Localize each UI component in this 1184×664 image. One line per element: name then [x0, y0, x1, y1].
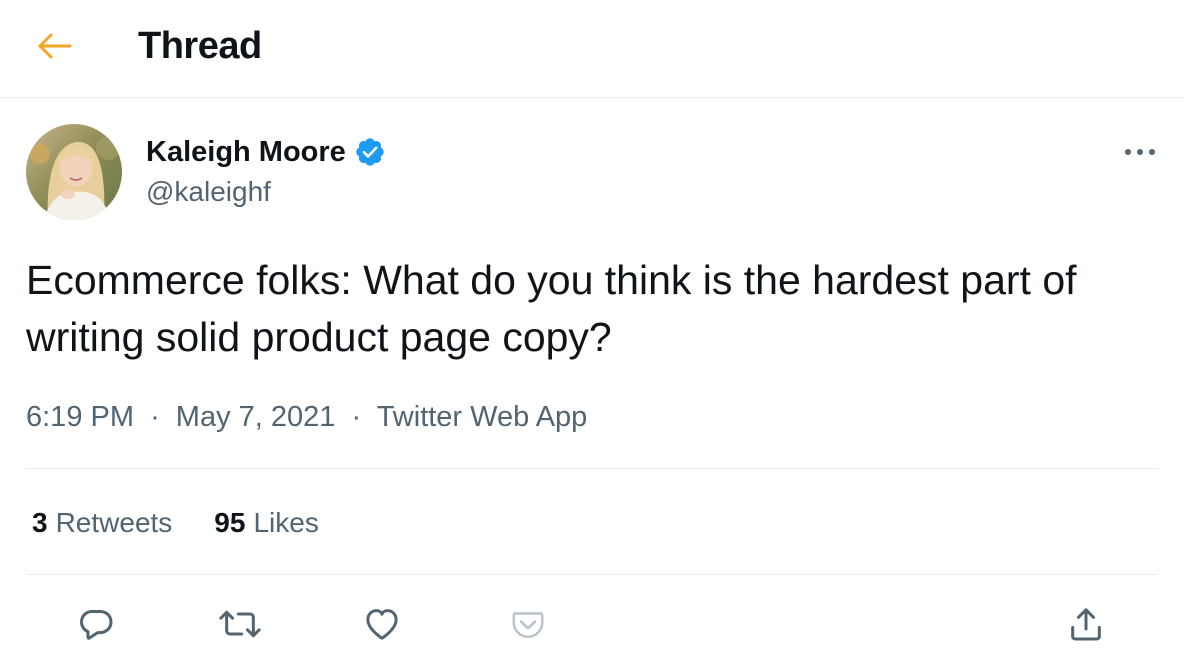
share-icon	[1071, 608, 1101, 641]
meta-separator: ·	[150, 401, 160, 433]
pocket-icon	[512, 612, 544, 638]
tweet-text: Ecommerce folks: What do you think is th…	[26, 257, 1077, 360]
divider	[26, 574, 1158, 575]
tweet-time[interactable]: 6:19 PM	[26, 401, 134, 433]
share-button[interactable]	[1062, 600, 1110, 648]
verified-badge-icon	[354, 136, 386, 168]
likes-label: Likes	[253, 507, 319, 538]
author-name-row: Kaleigh Moore	[146, 132, 386, 172]
arrow-left-icon	[38, 33, 72, 59]
author-name[interactable]: Kaleigh Moore	[146, 132, 346, 172]
avatar[interactable]	[26, 124, 122, 220]
reply-button[interactable]	[72, 600, 120, 648]
retweet-button[interactable]	[216, 600, 264, 648]
author-handle[interactable]: @kaleighf	[146, 172, 271, 212]
tweet-source[interactable]: Twitter Web App	[377, 401, 588, 433]
heart-icon	[366, 609, 398, 640]
tweet-meta: 6:19 PM · May 7, 2021 · Twitter Web App	[26, 396, 587, 438]
retweet-icon	[219, 610, 261, 638]
retweets-stat[interactable]: 3 Retweets	[32, 503, 172, 543]
tweet-date[interactable]: May 7, 2021	[176, 401, 336, 433]
thread-header: Thread	[0, 0, 1184, 98]
user-avatar	[26, 124, 122, 220]
meta-separator: ·	[351, 401, 362, 433]
tweet-action-bar	[0, 590, 1184, 660]
likes-count: 95	[214, 507, 246, 538]
more-horizontal-icon	[1125, 149, 1155, 155]
save-to-pocket-button[interactable]	[504, 600, 552, 648]
likes-stat[interactable]: 95 Likes	[214, 503, 319, 543]
page-title: Thread	[138, 25, 262, 67]
retweets-count: 3	[32, 507, 48, 538]
more-options-button[interactable]	[1120, 136, 1160, 168]
back-button[interactable]	[30, 24, 78, 68]
divider	[26, 468, 1158, 469]
tweet-stats: 3 Retweets 95 Likes	[32, 503, 319, 543]
like-button[interactable]	[358, 600, 406, 648]
reply-icon	[80, 610, 113, 640]
retweets-label: Retweets	[55, 507, 173, 538]
